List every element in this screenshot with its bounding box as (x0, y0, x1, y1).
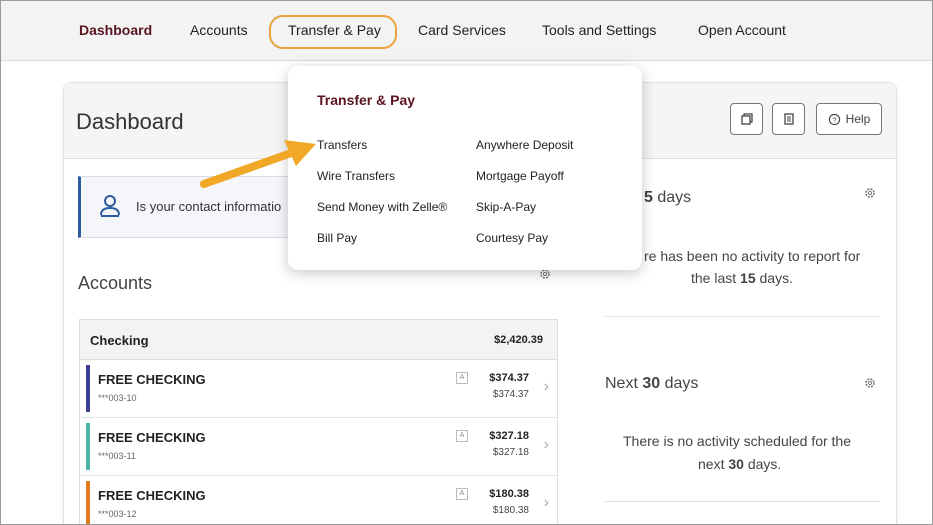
chevron-right-icon: › (543, 436, 549, 453)
window-icon (740, 113, 753, 125)
upcoming-activity-heading: Next 30 days (605, 375, 698, 393)
help-button[interactable]: ? Help (816, 103, 882, 135)
document-icon (783, 113, 794, 125)
available-badge: A (456, 488, 468, 500)
past-msg-post: days. (755, 270, 793, 286)
upcoming-activity-message-line2: next 30 days. (698, 456, 781, 472)
menu-item-mortgage-payoff[interactable]: Mortgage Payoff (476, 169, 564, 183)
menu-item-courtesy-pay[interactable]: Courtesy Pay (476, 231, 548, 245)
top-nav: Dashboard Accounts Transfer & Pay Card S… (1, 1, 932, 61)
menu-item-anywhere-deposit[interactable]: Anywhere Deposit (476, 138, 573, 152)
chevron-right-icon: › (543, 378, 549, 395)
past-msg-pre: the last (691, 270, 741, 286)
accounts-table: Checking $2,420.39 FREE CHECKING ***003-… (79, 319, 558, 524)
past-msg-num: 15 (740, 270, 756, 286)
menu-item-skip-a-pay[interactable]: Skip-A-Pay (476, 200, 536, 214)
upcoming-activity-message-line1: There is no activity scheduled for the (623, 433, 852, 449)
account-color-bar (86, 365, 90, 412)
nav-accounts[interactable]: Accounts (190, 22, 248, 38)
gear-icon[interactable] (863, 186, 877, 200)
svg-text:?: ? (832, 115, 836, 124)
next-days-number: 30 (642, 375, 661, 392)
account-available-balance: $327.18 (489, 430, 529, 442)
nav-highlight-ring (269, 15, 397, 49)
question-circle-icon: ? (828, 113, 840, 125)
transfer-pay-dropdown: Transfer & Pay Transfers Wire Transfers … (288, 66, 642, 270)
past-days-number: 5 (644, 189, 653, 206)
account-available-balance: $180.38 (489, 488, 529, 500)
past-activity-message-line2: the last 15 days. (691, 270, 793, 286)
next-msg-pre: next (698, 456, 729, 472)
nav-dashboard[interactable]: Dashboard (79, 22, 152, 38)
account-number: ***003-10 (98, 393, 137, 403)
section-divider (605, 501, 880, 502)
page-title: Dashboard (76, 109, 184, 134)
accounts-title: Accounts (78, 273, 153, 293)
person-icon (100, 195, 120, 217)
past-activity-heading: 5 days (644, 189, 691, 207)
section-divider (605, 316, 880, 317)
contact-banner-text: Is your contact informatio (136, 199, 282, 214)
account-row[interactable]: FREE CHECKING ***003-12 A $180.38 $180.3… (80, 476, 557, 524)
menu-item-wire-transfers[interactable]: Wire Transfers (317, 169, 395, 183)
account-row[interactable]: FREE CHECKING ***003-10 A $374.37 $374.3… (80, 360, 557, 418)
menu-item-transfers[interactable]: Transfers (317, 138, 367, 152)
account-current-balance: $327.18 (492, 447, 529, 458)
account-name: FREE CHECKING (98, 372, 206, 387)
copy-button[interactable] (772, 103, 805, 135)
account-color-bar (86, 481, 90, 524)
account-group-header[interactable]: Checking $2,420.39 (80, 320, 557, 360)
account-number: ***003-12 (98, 509, 137, 519)
account-group-total: $2,420.39 (494, 334, 543, 346)
nav-tools-settings[interactable]: Tools and Settings (542, 22, 656, 38)
help-label: Help (845, 112, 871, 126)
menu-item-bill-pay[interactable]: Bill Pay (317, 231, 357, 245)
nav-open-account[interactable]: Open Account (698, 22, 786, 38)
app-frame: Dashboard Accounts Transfer & Pay Card S… (0, 0, 933, 525)
next-msg-post: days. (743, 456, 782, 472)
account-available-balance: $374.37 (489, 372, 529, 384)
account-color-bar (86, 423, 90, 470)
nav-card-services[interactable]: Card Services (418, 22, 506, 38)
account-current-balance: $374.37 (492, 389, 529, 400)
available-badge: A (456, 430, 468, 442)
past-days-unit: days (657, 189, 692, 206)
next-msg-num: 30 (728, 456, 744, 472)
account-number: ***003-11 (98, 451, 136, 461)
past-activity-message-line1: re has been no activity to report for (644, 248, 861, 264)
next-pre: Next (605, 375, 643, 392)
dropdown-title: Transfer & Pay (317, 92, 416, 108)
available-badge: A (456, 372, 468, 384)
account-name: FREE CHECKING (98, 488, 206, 503)
account-group-label: Checking (90, 333, 149, 348)
menu-item-send-money-zelle[interactable]: Send Money with Zelle® (317, 200, 447, 214)
account-row[interactable]: FREE CHECKING ***003-11 A $327.18 $327.1… (80, 418, 557, 476)
annotation-arrow-icon (200, 140, 316, 188)
account-current-balance: $180.38 (492, 505, 529, 516)
gear-icon[interactable] (863, 376, 877, 390)
account-name: FREE CHECKING (98, 430, 206, 445)
chevron-right-icon: › (543, 494, 549, 511)
print-button[interactable] (730, 103, 763, 135)
next-days-unit: days (660, 375, 699, 392)
